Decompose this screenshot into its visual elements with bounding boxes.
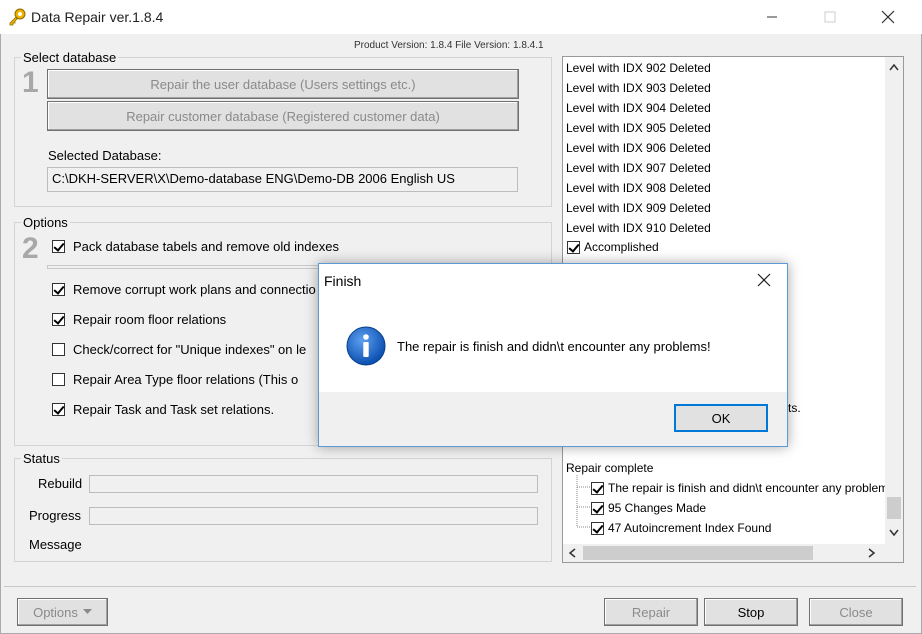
tree-connector-lines — [576, 475, 591, 528]
log-line: Level with IDX 906 Deleted — [566, 141, 711, 155]
option-repair-area-type[interactable]: Repair Area Type floor relations (This o — [52, 372, 298, 387]
title-bar: Data Repair ver.1.8.4 — [0, 0, 922, 34]
tree-item-changes: 95 Changes Made — [591, 501, 706, 515]
repair-complete-node: Repair complete — [566, 461, 654, 475]
horizontal-scrollbar[interactable] — [563, 544, 903, 562]
checkbox-checked[interactable] — [52, 240, 65, 253]
dialog-footer: OK — [319, 392, 787, 446]
footer-separator — [4, 586, 916, 587]
dialog-message: The repair is finish and didn\t encounte… — [397, 339, 711, 354]
accomplished-item: Accomplished — [567, 240, 659, 254]
checkbox-unchecked[interactable] — [52, 343, 65, 356]
log-line: Level with IDX 908 Deleted — [566, 181, 711, 195]
key-app-icon — [9, 8, 26, 26]
message-label: Message — [29, 537, 82, 552]
step-1-number: 1 — [22, 66, 39, 99]
options-progress-strip — [47, 265, 327, 269]
scroll-left-icon[interactable] — [568, 548, 576, 558]
options-dropdown-button[interactable]: Options — [17, 598, 108, 626]
checkbox-unchecked[interactable] — [52, 373, 65, 386]
option-remove-corrupt-work-plans[interactable]: Remove corrupt work plans and connectio — [52, 282, 316, 297]
checkbox-checked[interactable] — [52, 403, 65, 416]
checkbox-checked — [591, 481, 604, 495]
checkbox-checked — [591, 501, 604, 515]
checkbox-checked — [591, 521, 604, 535]
maximize-button — [807, 0, 853, 34]
log-line: Level with IDX 910 Deleted — [566, 221, 711, 235]
dialog-close-button[interactable] — [741, 264, 787, 296]
rebuild-label: Rebuild — [38, 476, 83, 491]
log-partial-text: ts. — [788, 401, 801, 415]
progress-label: Progress — [29, 508, 82, 523]
checkbox-checked[interactable] — [52, 313, 65, 326]
scroll-down-icon[interactable] — [889, 529, 899, 537]
tree-item-finish: The repair is finish and didn\t encounte… — [591, 481, 894, 495]
dialog-title: Finish — [324, 273, 362, 289]
vertical-scroll-thumb[interactable] — [887, 497, 901, 519]
log-line: Level with IDX 904 Deleted — [566, 101, 711, 115]
option-repair-room-floor[interactable]: Repair room floor relations — [52, 312, 226, 327]
close-button[interactable]: Close — [809, 598, 903, 626]
option-pack-database[interactable]: Pack database tabels and remove old inde… — [52, 239, 339, 254]
vertical-scrollbar[interactable] — [885, 57, 903, 545]
status-legend: Status — [23, 451, 60, 466]
log-line: Level with IDX 902 Deleted — [566, 61, 711, 75]
repair-user-database-button[interactable]: Repair the user database (Users settings… — [47, 69, 519, 99]
tree-item-autoincrement: 47 Autoincrement Index Found — [591, 521, 771, 535]
log-line: Level with IDX 907 Deleted — [566, 161, 711, 175]
checkbox-checked — [567, 240, 580, 254]
horizontal-scroll-thumb[interactable] — [583, 546, 813, 560]
progress-bar — [89, 507, 538, 525]
info-icon — [346, 326, 386, 366]
option-check-unique-indexes[interactable]: Check/correct for "Unique indexes" on le — [52, 342, 306, 357]
option-repair-task-set[interactable]: Repair Task and Task set relations. — [52, 402, 274, 417]
finish-dialog: Finish The repair is finish and didn\t e… — [318, 263, 788, 447]
step-2-number: 2 — [22, 232, 39, 265]
log-line: Level with IDX 905 Deleted — [566, 121, 711, 135]
select-database-legend: Select database — [23, 50, 117, 65]
options-legend: Options — [23, 215, 68, 230]
dropdown-arrow-icon — [82, 609, 92, 614]
repair-customer-database-button[interactable]: Repair customer database (Registered cus… — [47, 101, 519, 131]
close-window-button[interactable] — [865, 0, 911, 34]
selected-database-label: Selected Database: — [48, 148, 162, 163]
scroll-up-icon[interactable] — [889, 63, 899, 71]
selected-database-field[interactable]: C:\DKH-SERVER\X\Demo-database ENG\Demo-D… — [47, 167, 518, 192]
ok-button[interactable]: OK — [674, 404, 768, 432]
rebuild-progress-bar — [89, 475, 538, 493]
scroll-right-icon[interactable] — [868, 548, 876, 558]
log-line: Level with IDX 909 Deleted — [566, 201, 711, 215]
repair-button[interactable]: Repair — [604, 598, 698, 626]
close-icon — [881, 10, 895, 24]
minimize-icon — [767, 16, 777, 18]
stop-button[interactable]: Stop — [704, 598, 798, 626]
close-icon — [757, 273, 771, 287]
log-line: Level with IDX 903 Deleted — [566, 81, 711, 95]
minimize-button[interactable] — [749, 0, 795, 34]
maximize-icon — [824, 11, 836, 23]
checkbox-checked[interactable] — [52, 283, 65, 296]
window-title: Data Repair ver.1.8.4 — [31, 9, 164, 25]
